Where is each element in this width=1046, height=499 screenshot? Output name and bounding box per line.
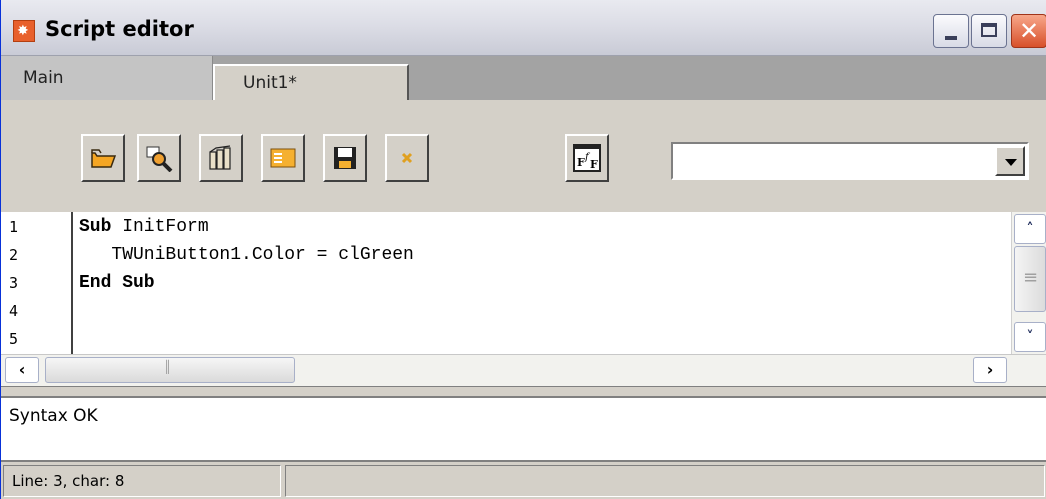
code-editor[interactable]: 1 2 3 4 5 Sub InitForm TWUniButton1.Colo… <box>1 212 1046 386</box>
chevron-left-icon: ‹ <box>18 360 26 379</box>
svg-text:F: F <box>590 158 598 171</box>
vertical-scroll-thumb[interactable] <box>1014 246 1046 312</box>
chevron-down-icon: ˅ <box>1026 329 1034 345</box>
maximize-icon <box>981 23 997 37</box>
line-number: 1 <box>9 218 19 236</box>
code-text: TWUniButton1.Color = clGreen <box>79 245 414 265</box>
code-keyword: End Sub <box>79 273 155 293</box>
find-icon <box>146 146 173 172</box>
chevron-right-icon: › <box>986 360 994 379</box>
close-icon: ✕ <box>1018 17 1040 45</box>
status-bar: Line: 3, char: 8 <box>1 462 1046 499</box>
maximize-button[interactable] <box>971 14 1007 48</box>
line-number: 3 <box>9 274 19 292</box>
script-editor-window: Script editor ✕ Main Unit1* <box>0 0 1046 499</box>
open-folder-icon <box>91 149 117 168</box>
scroll-up-button[interactable]: ˄ <box>1014 214 1046 244</box>
save-icon <box>334 147 356 169</box>
chevron-down-icon[interactable] <box>995 146 1025 176</box>
open-button[interactable] <box>81 134 125 182</box>
code-line[interactable]: TWUniButton1.Color = clGreen <box>79 240 414 270</box>
horizontal-scrollbar[interactable]: ‹ › <box>1 354 1046 386</box>
status-panel-extra <box>285 465 1045 497</box>
svg-text:F: F <box>577 156 585 169</box>
code-line[interactable]: End Sub <box>79 268 155 298</box>
vertical-scrollbar[interactable]: ˄ ˅ <box>1011 212 1046 354</box>
minimize-icon <box>945 36 957 40</box>
message-pane: Syntax OK <box>1 396 1046 462</box>
toolbar: F f F <box>1 100 1046 212</box>
horizontal-scroll-thumb[interactable] <box>45 357 295 383</box>
form-button[interactable] <box>261 134 305 182</box>
tab-strip: Main Unit1* <box>1 56 1046 104</box>
window-title: Script editor <box>45 17 194 41</box>
close-button[interactable]: ✕ <box>1011 14 1046 48</box>
syntax-message: Syntax OK <box>9 406 98 426</box>
title-bar[interactable]: Script editor ✕ <box>1 0 1046 56</box>
library-button[interactable] <box>199 134 243 182</box>
library-icon <box>209 145 231 170</box>
cursor-position: Line: 3, char: 8 <box>3 465 281 497</box>
line-number: 5 <box>9 330 19 348</box>
splitter[interactable] <box>1 386 1046 396</box>
save-button[interactable] <box>323 134 367 182</box>
line-number: 2 <box>9 246 19 264</box>
function-combo[interactable] <box>671 142 1029 180</box>
line-number-gutter: 1 2 3 4 5 <box>1 212 73 354</box>
minimize-button[interactable] <box>933 14 969 48</box>
scroll-right-button[interactable]: › <box>973 357 1007 383</box>
line-number: 4 <box>9 302 19 320</box>
functions-button[interactable]: F f F <box>565 134 609 182</box>
code-keyword: Sub <box>79 217 112 237</box>
close-small-icon <box>401 152 413 164</box>
code-area[interactable]: Sub InitForm TWUniButton1.Color = clGree… <box>73 212 1009 354</box>
find-button[interactable] <box>137 134 181 182</box>
functions-icon: F f F <box>573 144 601 172</box>
form-icon <box>270 148 296 168</box>
clear-button[interactable] <box>385 134 429 182</box>
scroll-down-button[interactable]: ˅ <box>1014 322 1046 352</box>
code-line[interactable]: Sub InitForm <box>79 212 209 242</box>
tab-main[interactable]: Main <box>1 56 213 100</box>
app-icon <box>13 20 35 42</box>
chevron-up-icon: ˄ <box>1026 221 1034 237</box>
tab-unit1[interactable]: Unit1* <box>213 64 409 104</box>
code-text: InitForm <box>111 217 209 237</box>
scroll-left-button[interactable]: ‹ <box>5 357 39 383</box>
